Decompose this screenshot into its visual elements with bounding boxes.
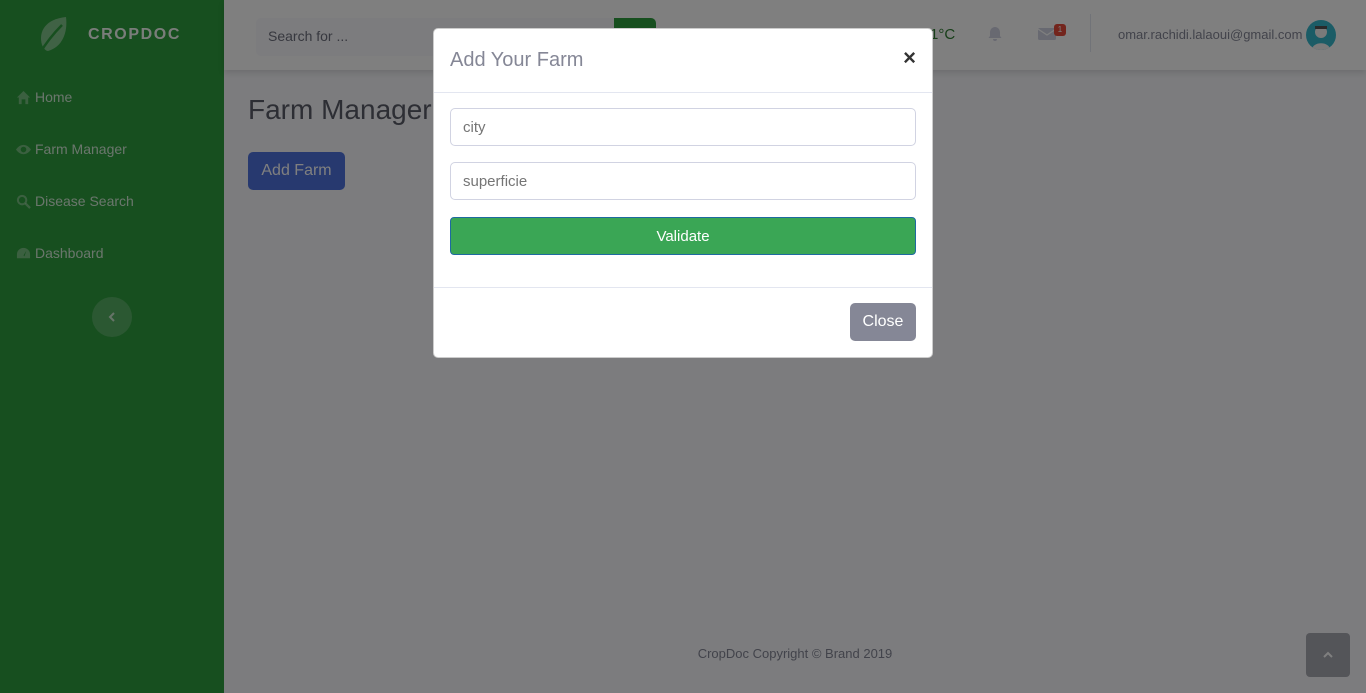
city-input[interactable] <box>450 108 916 146</box>
validate-button[interactable]: Validate <box>450 217 916 255</box>
modal-title: Add Your Farm <box>450 49 584 71</box>
close-button[interactable]: Close <box>850 303 916 341</box>
add-farm-modal: Add Your Farm × Validate Close <box>433 28 933 358</box>
superficie-input[interactable] <box>450 162 916 200</box>
modal-body: Validate <box>434 93 932 288</box>
modal-header: Add Your Farm × <box>434 29 932 93</box>
close-icon[interactable]: × <box>903 47 916 69</box>
